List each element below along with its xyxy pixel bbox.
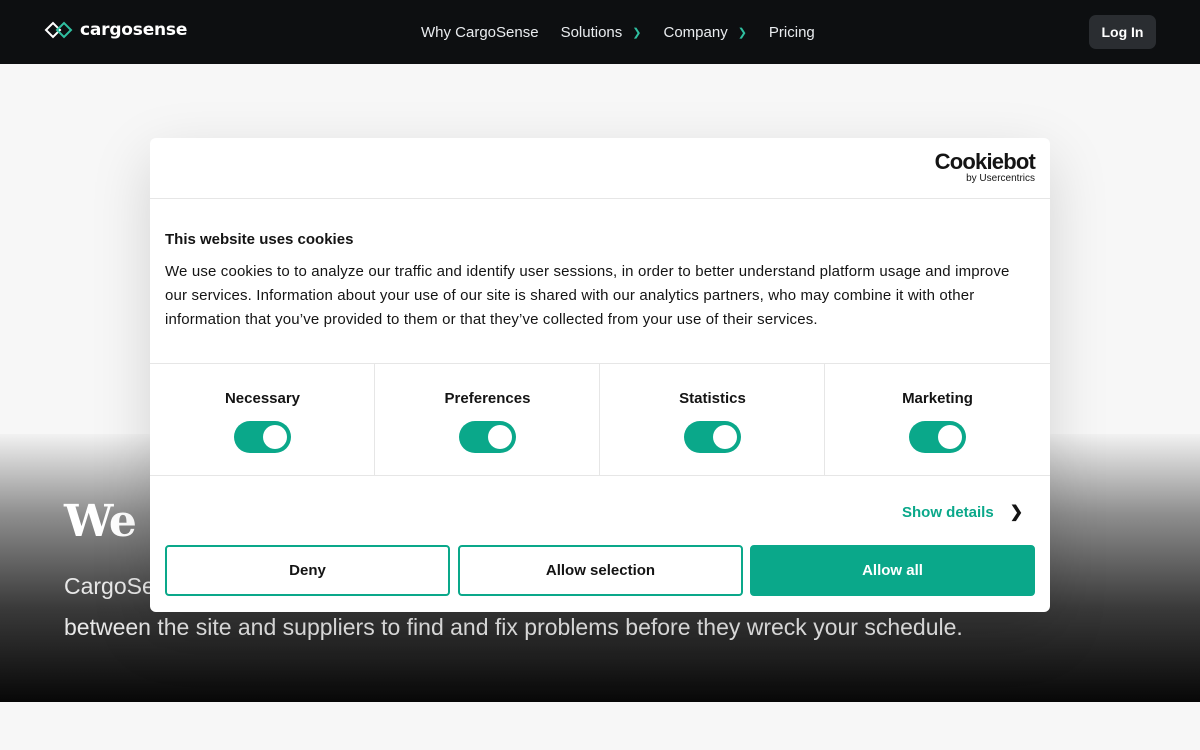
next-section [0, 702, 1200, 750]
preferences-toggle[interactable] [459, 421, 516, 453]
nav-links: Why CargoSense Solutions ❯ Company ❯ Pri… [421, 0, 815, 64]
nav-link-label: Why CargoSense [421, 23, 539, 41]
chevron-down-icon: ❯ [737, 26, 747, 39]
show-details-link[interactable]: Show details ❯ [902, 502, 1023, 522]
nav-solutions[interactable]: Solutions ❯ [561, 24, 642, 41]
nav-company[interactable]: Company ❯ [664, 24, 747, 41]
category-label: Preferences [444, 390, 531, 407]
necessary-toggle[interactable] [234, 421, 291, 453]
category-label: Necessary [224, 390, 301, 407]
cookiebot-brand: Cookiebot [934, 149, 1036, 174]
category-label: Statistics [679, 390, 746, 407]
nav-why-cargosense[interactable]: Why CargoSense [421, 24, 539, 41]
cookiebot-by: by Usercentrics [966, 173, 1035, 184]
dialog-title: This website uses cookies [165, 231, 354, 248]
hero-subtitle-line2: between the site and suppliers to find a… [64, 614, 963, 640]
category-statistics: Statistics [600, 364, 825, 476]
toggle-knob [488, 425, 512, 449]
cookie-consent-dialog: Cookiebot by Usercentrics This website u… [150, 138, 1050, 612]
dialog-header: Cookiebot by Usercentrics [150, 138, 1050, 199]
nav-link-label: Pricing [768, 23, 815, 41]
deny-button[interactable]: Deny [165, 545, 450, 596]
cookiebot-logo[interactable]: Cookiebot by Usercentrics [934, 149, 1036, 185]
toggle-knob [938, 425, 962, 449]
cargosense-logo[interactable]: cargosense [44, 20, 187, 40]
chevron-right-icon: ❯ [1009, 504, 1024, 521]
dialog-description: We use cookies to to analyze our traffic… [165, 263, 1010, 328]
statistics-toggle[interactable] [684, 421, 741, 453]
category-preferences: Preferences [375, 364, 600, 476]
category-marketing: Marketing [825, 364, 1050, 476]
logo-icon [44, 21, 73, 39]
show-details-label: Show details [902, 503, 994, 521]
category-necessary: Necessary [150, 364, 375, 476]
top-nav: cargosense Why CargoSense Solutions ❯ Co… [0, 0, 1200, 64]
allow-all-button[interactable]: Allow all [750, 545, 1035, 596]
allow-selection-button[interactable]: Allow selection [458, 545, 743, 596]
logo-text: cargosense [80, 20, 188, 40]
nav-pricing[interactable]: Pricing [769, 24, 815, 41]
chevron-down-icon: ❯ [632, 26, 642, 39]
hero-subtitle-line1: CargoSe [64, 573, 155, 599]
marketing-toggle[interactable] [909, 421, 966, 453]
nav-link-label: Company [663, 23, 728, 41]
login-button[interactable]: Log In [1089, 15, 1156, 49]
nav-link-label: Solutions [560, 23, 623, 41]
category-label: Marketing [902, 390, 973, 407]
consent-categories: Necessary Preferences Statistics Marketi… [150, 363, 1050, 476]
toggle-knob [713, 425, 737, 449]
toggle-knob [263, 425, 287, 449]
